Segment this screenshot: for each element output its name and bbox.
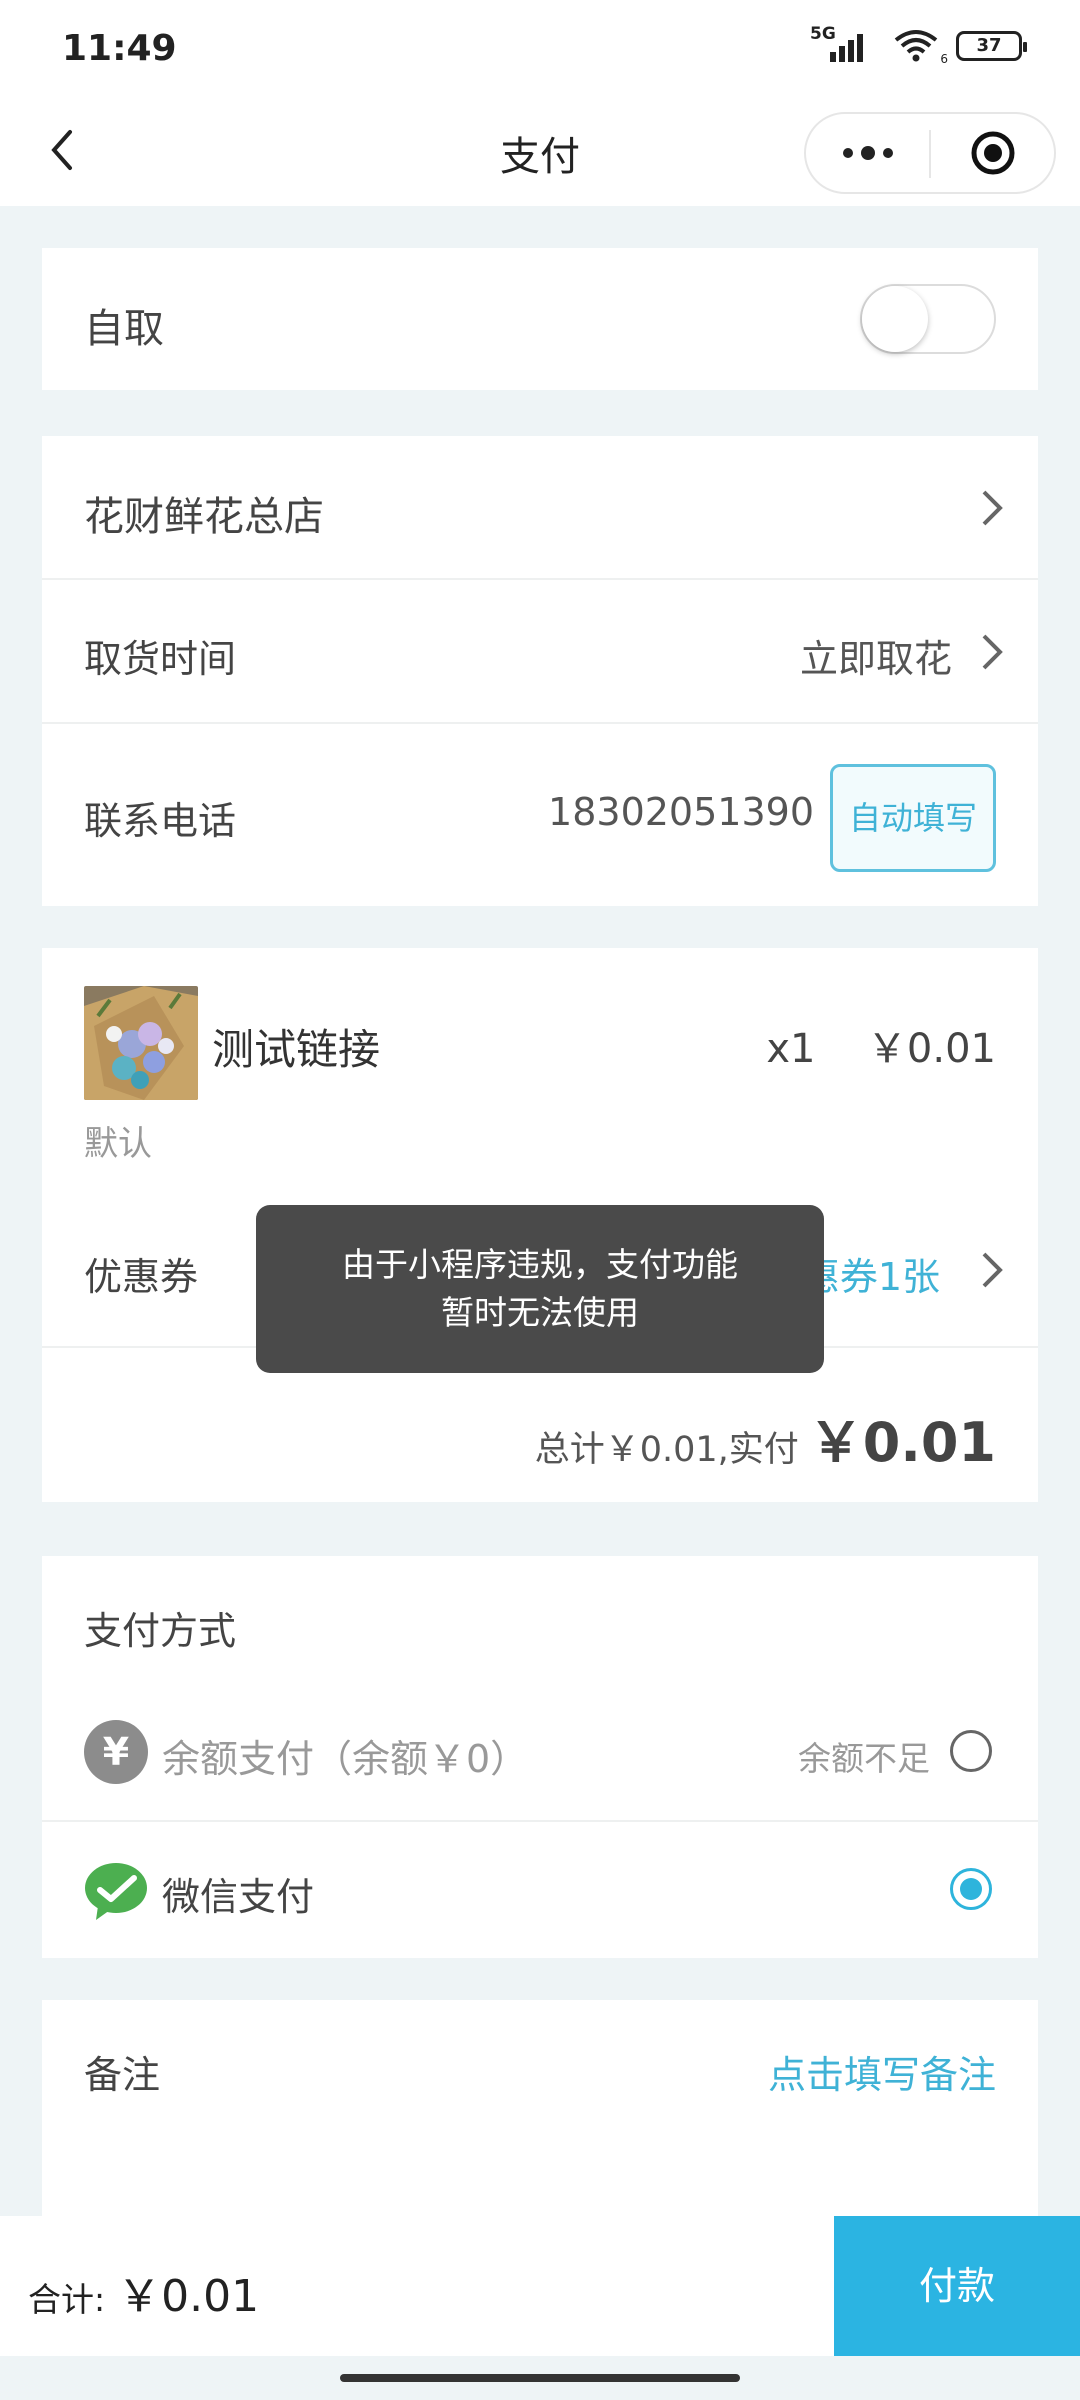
- yuan-icon: ¥: [84, 1720, 148, 1784]
- remark-card: 备注 点击填写备注: [42, 2000, 1038, 2216]
- wifi-label: 6: [940, 52, 948, 66]
- footer-total: 合计: ￥0.01: [28, 2260, 259, 2324]
- mini-program-capsule: [804, 112, 1056, 194]
- chevron-right-icon: [976, 1250, 1006, 1290]
- home-indicator[interactable]: [340, 2374, 740, 2382]
- product-qty: x1: [766, 1026, 816, 1072]
- footer-total-value: ￥0.01: [117, 2271, 260, 2322]
- wechat-pay-icon: [84, 1860, 148, 1924]
- store-card: 花财鲜花总店 取货时间 立即取花 联系电话 18302051390 自动填写: [42, 436, 1038, 906]
- store-row[interactable]: 花财鲜花总店: [42, 436, 1038, 580]
- phone-row: 联系电话 18302051390 自动填写: [42, 724, 1038, 906]
- store-name: 花财鲜花总店: [84, 494, 324, 540]
- pickup-time-label: 取货时间: [84, 637, 237, 681]
- auto-fill-button[interactable]: 自动填写: [830, 764, 996, 872]
- chevron-right-icon: [976, 632, 1006, 672]
- payment-title: 支付方式: [84, 1609, 237, 1653]
- phone-value[interactable]: 18302051390: [548, 790, 814, 834]
- balance-pay-radio[interactable]: [950, 1730, 992, 1772]
- chevron-left-icon[interactable]: [40, 122, 100, 182]
- wifi-icon: 6: [894, 28, 948, 66]
- pickup-toggle[interactable]: [860, 284, 996, 354]
- coupon-label: 优惠券: [84, 1255, 199, 1299]
- target-circle-icon[interactable]: [931, 114, 1054, 192]
- product-qty-price: x1 ￥0.01: [766, 1016, 996, 1074]
- pickup-card: 自取: [42, 248, 1038, 390]
- pickup-time-value: 立即取花: [799, 637, 952, 681]
- product-name: 测试链接: [212, 1025, 381, 1074]
- chevron-right-icon: [976, 488, 1006, 528]
- status-time: 11:49: [62, 28, 177, 69]
- total-line: 总计￥0.01,实付 ￥0.01: [535, 1398, 996, 1477]
- remark-label: 备注: [84, 2053, 161, 2097]
- status-bar: 11:49 5G 6 37: [0, 0, 1080, 100]
- cellular-signal-icon: 5G: [810, 24, 880, 64]
- error-toast: 由于小程序违规，支付功能 暂时无法使用: [256, 1205, 824, 1373]
- remark-action[interactable]: 点击填写备注: [768, 2044, 996, 2099]
- total-summary: 总计￥0.01,实付: [534, 1430, 799, 1470]
- battery-icon: 37: [956, 31, 1027, 61]
- pickup-time-row[interactable]: 取货时间 立即取花: [42, 580, 1038, 724]
- status-icons: 5G 6 37: [810, 24, 1027, 66]
- product-variant: 默认: [84, 1124, 152, 1164]
- toast-line-2: 暂时无法使用: [441, 1293, 639, 1332]
- wechat-pay-radio[interactable]: [950, 1868, 992, 1910]
- balance-status: 余额不足: [798, 1739, 930, 1778]
- toast-line-1: 由于小程序违规，支付功能: [342, 1245, 738, 1284]
- total-actual: ￥0.01: [808, 1411, 996, 1474]
- phone-label: 联系电话: [84, 799, 237, 843]
- bottom-bar: 合计: ￥0.01 付款: [0, 2216, 1080, 2356]
- pay-button[interactable]: 付款: [834, 2216, 1080, 2356]
- nav-bar: 支付: [0, 100, 1080, 206]
- wechat-pay-label: 微信支付: [162, 1875, 315, 1919]
- payment-card: 支付方式 ¥ 余额支付（余额￥0） 余额不足 微信支付: [42, 1556, 1038, 1958]
- product-price: ￥0.01: [866, 1026, 996, 1072]
- wechat-pay-row[interactable]: 微信支付: [42, 1822, 1038, 1958]
- balance-pay-row[interactable]: ¥ 余额支付（余额￥0） 余额不足: [42, 1680, 1038, 1822]
- balance-pay-label: 余额支付（余额￥0）: [162, 1737, 529, 1781]
- product-image: [84, 986, 198, 1100]
- footer-total-label: 合计:: [28, 2280, 106, 2319]
- more-dots-icon[interactable]: [806, 114, 929, 192]
- pickup-label: 自取: [84, 306, 164, 352]
